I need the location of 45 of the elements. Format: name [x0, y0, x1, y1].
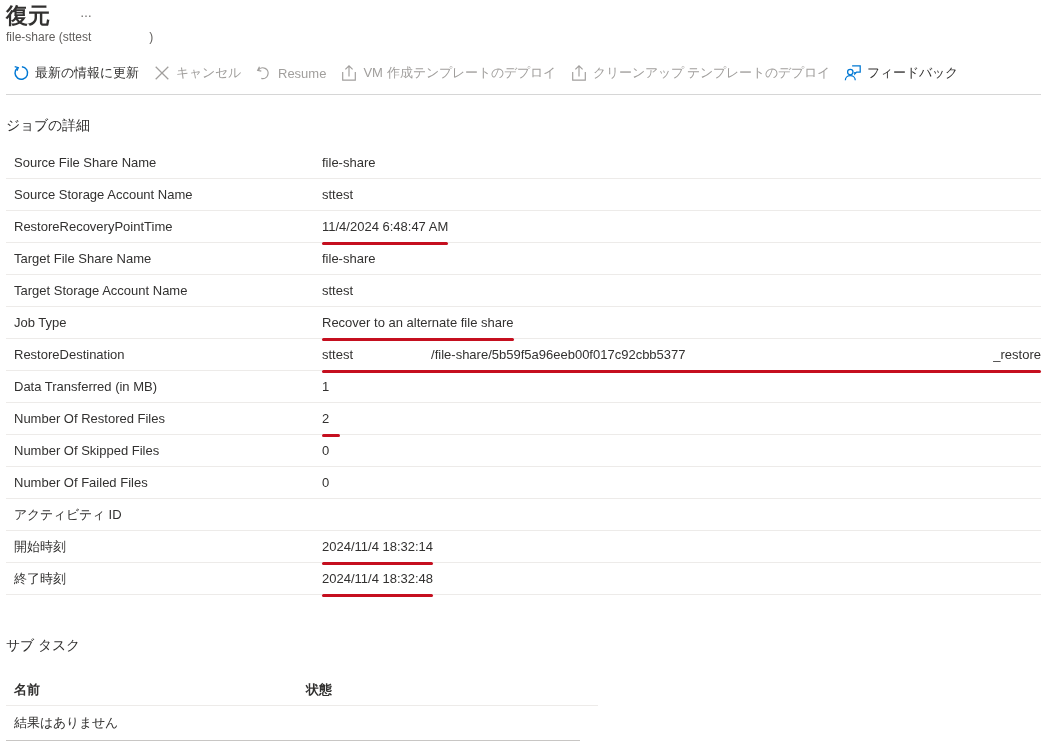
- detail-label: Number Of Restored Files: [14, 411, 166, 426]
- detail-value: sttest: [322, 283, 354, 298]
- detail-value: sttest: [322, 187, 354, 202]
- detail-label: RestoreDestination: [14, 347, 126, 362]
- detail-value: 2024/11/4 18:32:48: [322, 571, 434, 586]
- page-subtitle: file-share (sttest: [6, 30, 92, 46]
- close-icon: [153, 64, 171, 82]
- detail-value: 2: [322, 411, 330, 426]
- empty-message: 結果はありません: [14, 714, 118, 732]
- upload-icon: [569, 64, 588, 82]
- detail-value: _restore: [993, 347, 1041, 362]
- toolbar-button[interactable]: フィードバック: [844, 62, 959, 84]
- detail-label: Target Storage Account Name: [14, 283, 189, 298]
- detail-label: Data Transferred (in MB): [14, 379, 159, 394]
- toolbar-button[interactable]: 最新の情報に更新: [12, 62, 139, 84]
- detail-value: 2024/11/4 18:32:14: [322, 539, 434, 554]
- detail-label: Target File Share Name: [14, 251, 153, 266]
- section-heading: サブ タスク: [6, 637, 81, 655]
- detail-value: Recover to an alternate file share: [322, 315, 514, 330]
- detail-value: /file-share/5b59f5a96eeb00f017c92cbb5377: [431, 347, 686, 362]
- detail-value: 0: [322, 443, 330, 458]
- detail-label: アクティビティ ID: [14, 505, 123, 524]
- page-title: 復元: [6, 2, 50, 30]
- detail-label: 終了時刻: [14, 569, 67, 588]
- more-button[interactable]: …: [78, 6, 94, 20]
- upload-icon: [340, 64, 359, 82]
- detail-value: file-share: [322, 155, 376, 170]
- detail-label: Source Storage Account Name: [14, 187, 194, 202]
- column-header: 状態: [306, 681, 333, 699]
- column-header: 名前: [14, 681, 41, 699]
- detail-label: Job Type: [14, 315, 68, 330]
- detail-value: 0: [322, 475, 330, 490]
- page-subtitle: ): [149, 30, 154, 46]
- detail-value: sttest: [322, 347, 354, 362]
- detail-label: Source File Share Name: [14, 155, 158, 170]
- feedback-icon: [844, 64, 863, 82]
- detail-label: RestoreRecoveryPointTime: [14, 219, 174, 234]
- section-heading: ジョブの詳細: [6, 117, 91, 135]
- refresh-icon: [12, 64, 30, 82]
- detail-label: Number Of Failed Files: [14, 475, 149, 490]
- detail-label: Number Of Skipped Files: [14, 443, 161, 458]
- detail-value: 1: [322, 379, 330, 394]
- detail-value: 11/4/2024 6:48:47 AM: [322, 219, 449, 234]
- detail-value: file-share: [322, 251, 376, 266]
- detail-label: 開始時刻: [14, 537, 67, 556]
